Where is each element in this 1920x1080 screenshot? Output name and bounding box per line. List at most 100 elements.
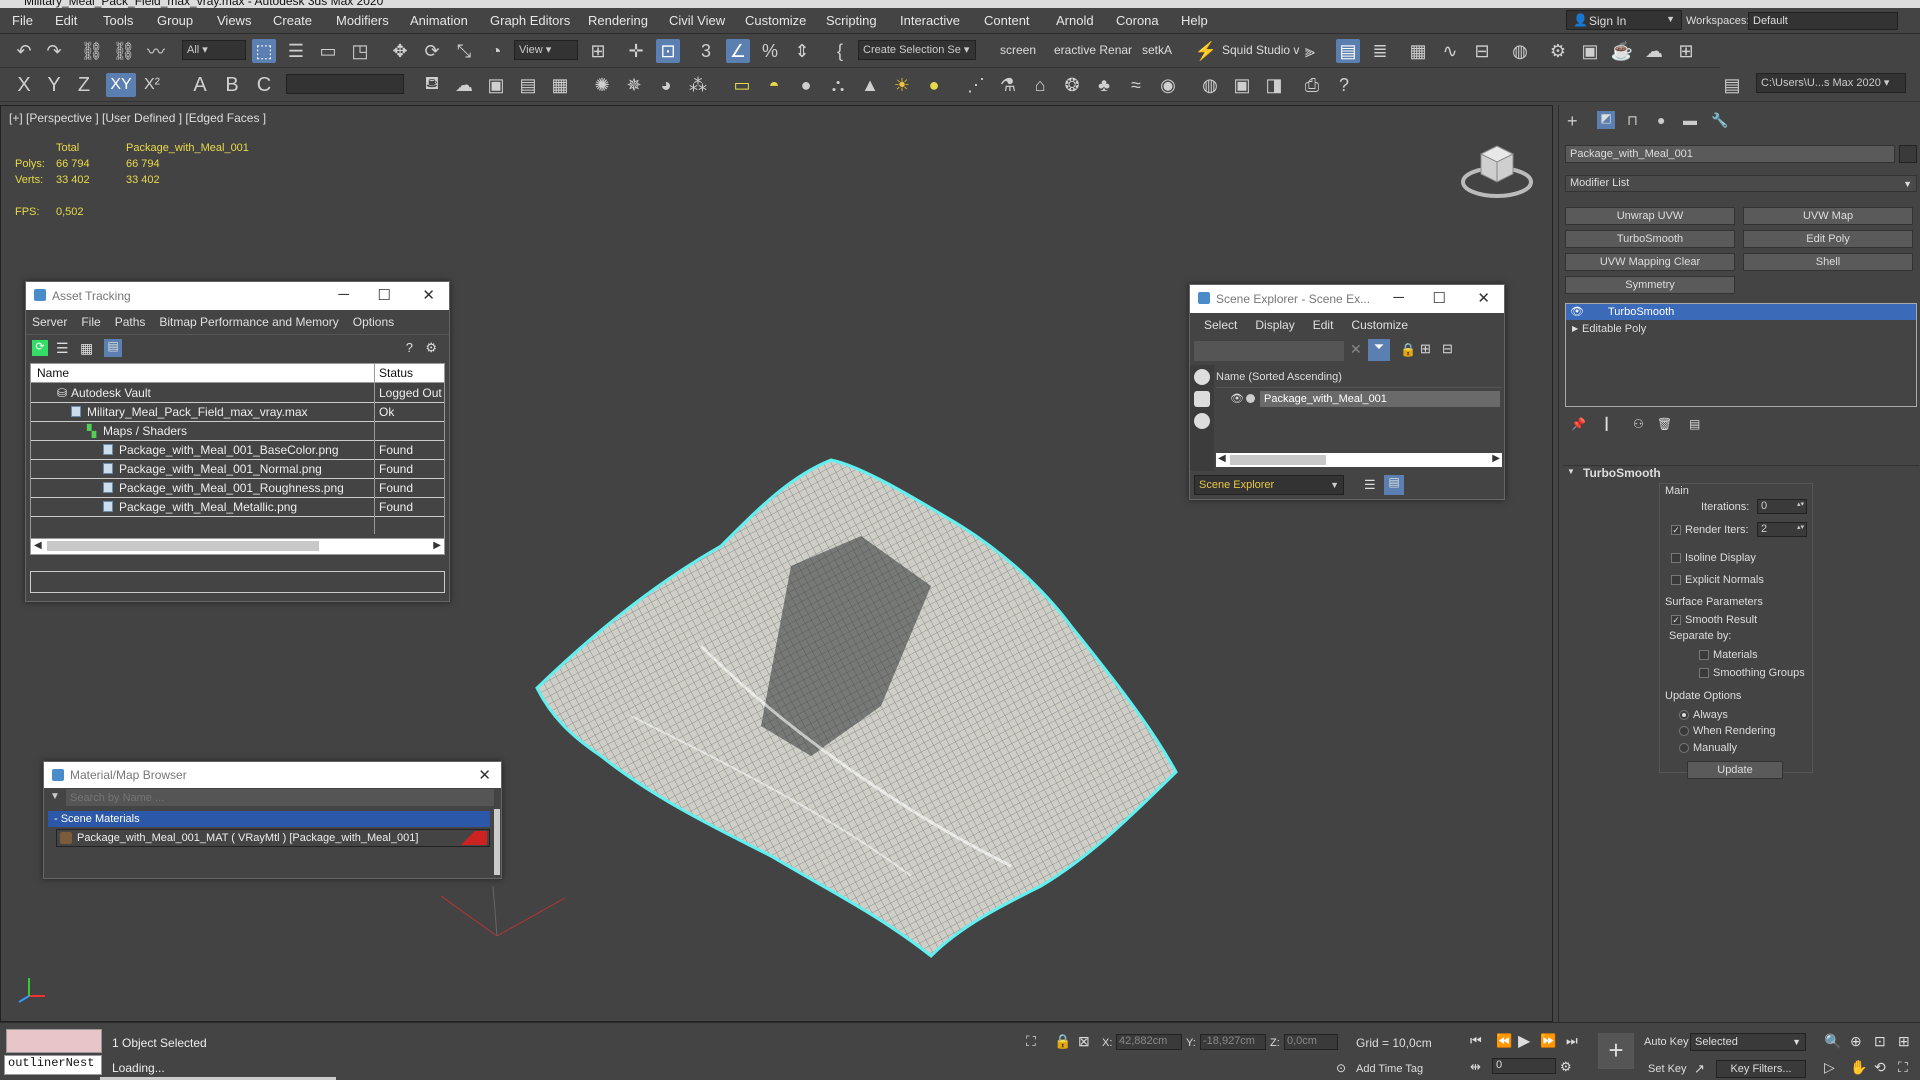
table-row[interactable]: Military_Meal_Pack_Field_max_vray.max Ok [31,403,444,422]
globe-icon[interactable]: ◍ [1198,73,1222,97]
plant-icon[interactable]: ♣ [1092,73,1116,97]
symmetry-button[interactable]: Symmetry [1565,276,1735,294]
menu-display[interactable]: Display [1255,318,1294,332]
environment-icon[interactable]: ❂ [1060,73,1084,97]
material-list-item[interactable]: Package_with_Meal_001_MAT ( VRayMtl ) [P… [56,829,490,847]
key-filters-button[interactable]: Key Filters... [1716,1060,1806,1078]
menu-help[interactable]: Help [1181,13,1208,28]
thumbnail-icon[interactable]: ▦ [80,340,93,357]
render-in-cloud-icon[interactable]: ☁ [1642,39,1666,63]
viewport-label[interactable]: [+] [Perspective ] [User Defined ] [Edge… [9,111,266,125]
snaps-toggle-icon[interactable]: 3 [694,39,718,63]
maximize-icon[interactable]: ☐ [378,286,391,304]
setka-button[interactable]: setkA [1142,43,1172,57]
rectangular-selection-icon[interactable]: ▭ [316,39,340,63]
hair-icon[interactable]: ≈ [1124,73,1148,97]
angle-snap-icon[interactable]: ∠ [726,39,750,63]
scale-icon[interactable]: ⤡ [452,39,476,63]
keyboard-shortcut-override-icon[interactable]: ⊡ [656,39,680,63]
material-editor-icon[interactable]: ◍ [1508,39,1532,63]
percent-snap-icon[interactable]: % [758,39,782,63]
zoom-icon[interactable]: 🔍 [1824,1033,1841,1050]
ies-light-icon[interactable]: ● [922,73,946,97]
pin-stack-icon[interactable]: 📌 [1571,417,1586,431]
minimize-icon[interactable]: ─ [1393,289,1404,306]
key-tangent-icon[interactable]: ↗ [1694,1061,1705,1077]
table-row[interactable]: Package_with_Meal_001_Normal.png Found [31,460,444,479]
menu-server[interactable]: Server [32,315,67,329]
object-name-field[interactable]: Package_with_Meal_001 [1565,145,1895,163]
name-column-header[interactable]: Name (Sorted Ascending) [1216,371,1342,383]
dome-icon[interactable]: ◓ [762,73,786,97]
zoom-extents-icon[interactable]: ⊡ [1874,1033,1886,1050]
refresh-icon[interactable]: ⟳ [32,340,48,356]
lights-icon[interactable]: ✺ [590,73,614,97]
axis-z-button[interactable]: Z [72,73,96,97]
particle-icon[interactable]: ✵ [622,73,646,97]
always-radio[interactable] [1679,710,1689,720]
curve-editor-icon[interactable]: ∿ [1438,39,1462,63]
make-unique-icon[interactable]: ⚇ [1633,417,1644,431]
menu-file[interactable]: File [81,315,100,329]
place-icon[interactable]: ◔ [484,39,508,63]
schematic-view-icon[interactable]: ⊟ [1470,39,1494,63]
set-key-big-icon[interactable]: + [1598,1033,1634,1069]
axis-x-button[interactable]: X [12,73,36,97]
expand-arrow-icon[interactable]: ▶ [1572,321,1578,337]
motion-tab-icon[interactable]: ● [1657,112,1665,128]
asset-tracking-titlebar[interactable]: Asset Tracking ─ ☐ ✕ [26,282,449,310]
material-search-input[interactable] [66,789,494,806]
toggle-ribbon-icon[interactable]: ▦ [1406,39,1430,63]
menu-select[interactable]: Select [1204,318,1237,332]
frame-buffer-icon[interactable]: ▣ [1230,73,1254,97]
material-browser-titlebar[interactable]: Material/Map Browser ✕ [44,762,501,788]
meal-package-wireframe[interactable] [531,436,1271,966]
menu-arnold[interactable]: Arnold [1056,13,1094,28]
turbosmooth-rollout-title[interactable]: TurboSmooth [1583,466,1661,480]
project-folder-icon[interactable]: ▤ [1720,73,1744,97]
orbit-icon[interactable]: ⟲ [1874,1059,1886,1076]
modify-tab-icon[interactable]: ◩ [1597,111,1615,129]
menu-file[interactable]: File [12,13,33,28]
undo-icon[interactable]: ↶ [12,39,36,63]
redo-icon[interactable]: ↷ [42,39,66,63]
select-by-name-icon[interactable]: ☰ [284,39,308,63]
uvw-map-button[interactable]: UVW Map [1743,207,1913,225]
filter-icon[interactable]: ⏷ [1368,339,1390,361]
empty-dropdown[interactable] [286,74,404,94]
lock-icon[interactable]: 🔒 [1400,342,1416,358]
edit-poly-button[interactable]: Edit Poly [1743,230,1913,248]
sign-in-dropdown[interactable]: 👤 Sign In ▼ [1566,10,1682,30]
menu-civil-view[interactable]: Civil View [669,13,725,28]
x-coordinate-field[interactable]: 42,882cm [1116,1034,1182,1050]
texture-icon[interactable]: ◉ [1156,73,1180,97]
maximize-viewport-icon[interactable]: ⛶ [1898,1059,1908,1076]
table-row[interactable]: Package_with_Meal_001_BaseColor.png Foun… [31,441,444,460]
column-status-header[interactable]: Status [379,366,413,380]
display-lights-icon[interactable] [1194,413,1210,429]
smoothing-groups-checkbox[interactable] [1699,668,1709,678]
show-end-result-icon[interactable]: ┃ [1603,417,1610,431]
eye-icon[interactable]: 👁 [1230,392,1244,405]
collapse-arrow-icon[interactable]: ▼ [1567,467,1575,476]
axis-y-button[interactable]: Y [42,73,66,97]
film-icon[interactable]: ▤ [516,73,540,97]
go-to-end-icon[interactable]: ⏭ [1566,1033,1578,1049]
iterations-spinner[interactable]: 0 ▴▾ [1757,499,1807,514]
edit-named-selection-icon[interactable]: { [828,39,852,63]
hierarchy-tab-icon[interactable]: ⊓ [1627,112,1638,129]
time-config-icon[interactable]: ⚙ [1560,1059,1572,1075]
menu-customize[interactable]: Customize [745,13,806,28]
set-key-button[interactable]: Set Key [1648,1063,1687,1075]
layer-explorer-icon[interactable]: ≣ [1368,39,1392,63]
scene-search-input[interactable] [1194,341,1344,361]
render-setup-icon[interactable]: ⚙ [1546,39,1570,63]
table-row[interactable]: ▚ Maps / Shaders [31,422,444,441]
sort-icon[interactable]: ▤ [1384,475,1404,495]
remove-modifier-icon[interactable]: 🗑 [1657,417,1672,431]
auto-key-button[interactable]: Auto Key [1644,1036,1689,1048]
play-icon[interactable]: ▶ [1518,1031,1530,1051]
explicit-normals-checkbox[interactable] [1671,575,1681,585]
maximize-icon[interactable]: ☐ [1433,289,1446,307]
isolate-selection-icon[interactable]: ⛶ [1026,1033,1036,1050]
